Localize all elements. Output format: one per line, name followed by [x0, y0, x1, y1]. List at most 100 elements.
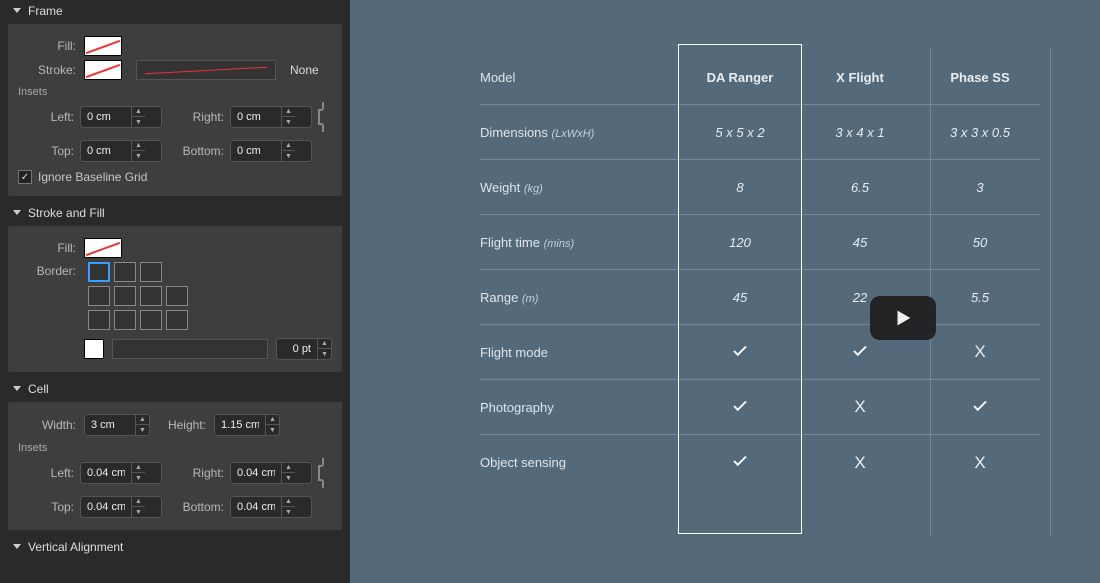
border-bottom-icon[interactable] — [140, 286, 162, 306]
border-right-icon[interactable] — [140, 310, 162, 330]
table-cell[interactable] — [680, 452, 800, 473]
stroke-weight-input[interactable] — [277, 343, 317, 355]
header-col1[interactable]: DA Ranger — [680, 70, 800, 85]
video-play-button[interactable] — [870, 296, 936, 340]
border-outer-icon[interactable] — [140, 262, 162, 282]
header-col3[interactable]: Phase SS — [920, 70, 1040, 85]
border-vmid-icon[interactable] — [114, 310, 136, 330]
table-cell[interactable] — [800, 342, 920, 363]
inset-top-input[interactable] — [81, 145, 131, 157]
table-cell[interactable]: 3 — [920, 180, 1040, 195]
cross-icon: X — [974, 453, 985, 472]
table-cell[interactable]: X — [920, 342, 1040, 362]
inset-left-input[interactable] — [81, 111, 131, 123]
border-all-icon[interactable] — [88, 262, 110, 282]
border-inner-icon[interactable] — [114, 262, 136, 282]
border-selector-row3 — [88, 310, 188, 330]
header-model[interactable]: Model — [480, 70, 680, 85]
row-label[interactable]: Range (m) — [480, 290, 680, 305]
section-cell: Width: ▲▼ Height: ▲▼ Insets Left: ▲▼ Rig… — [8, 402, 342, 530]
border-left-icon[interactable] — [88, 310, 110, 330]
border-top-icon[interactable] — [88, 286, 110, 306]
table-cell[interactable]: X — [800, 397, 920, 417]
inset-bottom-field[interactable]: ▲▼ — [230, 140, 312, 162]
comparison-table[interactable]: Model DA Ranger X Flight Phase SS Dimens… — [480, 50, 1040, 490]
cell-width-input[interactable] — [85, 419, 135, 431]
border-label: Border: — [18, 262, 76, 278]
inset-right-label: Right: — [168, 110, 224, 124]
stepper[interactable]: ▲▼ — [131, 463, 145, 483]
check-icon — [731, 452, 749, 470]
cell-inset-left-field[interactable]: ▲▼ — [80, 462, 162, 484]
border-hmid-icon[interactable] — [114, 286, 136, 306]
section-valign-header[interactable]: Vertical Alignment — [0, 536, 350, 560]
stroke-color-swatch[interactable] — [84, 339, 104, 359]
table-cell[interactable] — [680, 397, 800, 418]
stroke-style-preview[interactable] — [136, 60, 276, 80]
link-insets-icon[interactable] — [318, 100, 328, 134]
table-cell[interactable]: 8 — [680, 180, 800, 195]
header-col2[interactable]: X Flight — [800, 70, 920, 85]
table-cell[interactable]: 50 — [920, 235, 1040, 250]
ignore-baseline-checkbox[interactable]: ✓ Ignore Baseline Grid — [18, 170, 332, 184]
table-cell[interactable]: 3 x 3 x 0.5 — [920, 125, 1040, 140]
row-label[interactable]: Flight time (mins) — [480, 235, 680, 250]
inset-top-label: Top: — [18, 500, 74, 514]
stepper[interactable]: ▲▼ — [281, 497, 295, 517]
table-cell[interactable] — [920, 397, 1040, 418]
cell-inset-top-input[interactable] — [81, 501, 131, 513]
cell-inset-bottom-input[interactable] — [231, 501, 281, 513]
table-cell[interactable]: 45 — [800, 235, 920, 250]
stepper[interactable]: ▲▼ — [135, 415, 149, 435]
check-icon — [731, 397, 749, 415]
cell-inset-top-field[interactable]: ▲▼ — [80, 496, 162, 518]
cell-inset-bottom-field[interactable]: ▲▼ — [230, 496, 312, 518]
document-canvas[interactable]: Model DA Ranger X Flight Phase SS Dimens… — [350, 0, 1100, 583]
cell-inset-left-input[interactable] — [81, 467, 131, 479]
link-insets-icon[interactable] — [318, 456, 328, 490]
cell-width-field[interactable]: ▲▼ — [84, 414, 150, 436]
cell-inset-right-input[interactable] — [231, 467, 281, 479]
disclosure-triangle-icon — [12, 208, 22, 218]
row-label[interactable]: Object sensing — [480, 455, 680, 470]
section-frame-header[interactable]: Frame — [0, 0, 350, 24]
stroke-swatch[interactable] — [84, 60, 122, 80]
stepper[interactable]: ▲▼ — [131, 497, 145, 517]
section-strokefill-header[interactable]: Stroke and Fill — [0, 202, 350, 226]
table-cell[interactable]: 3 x 4 x 1 — [800, 125, 920, 140]
section-cell-header[interactable]: Cell — [0, 378, 350, 402]
cell-height-input[interactable] — [215, 419, 265, 431]
stepper[interactable]: ▲▼ — [281, 141, 295, 161]
border-vert-icon[interactable] — [166, 310, 188, 330]
inset-left-field[interactable]: ▲▼ — [80, 106, 162, 128]
inset-top-field[interactable]: ▲▼ — [80, 140, 162, 162]
cell-inset-right-field[interactable]: ▲▼ — [230, 462, 312, 484]
row-label[interactable]: Flight mode — [480, 345, 680, 360]
stepper[interactable]: ▲▼ — [281, 463, 295, 483]
stroke-width-preview[interactable] — [112, 339, 268, 359]
stepper[interactable]: ▲▼ — [281, 107, 295, 127]
table-cell[interactable]: X — [800, 453, 920, 473]
row-label[interactable]: Photography — [480, 400, 680, 415]
row-label[interactable]: Dimensions (LxWxH) — [480, 125, 680, 140]
table-cell[interactable]: 45 — [680, 290, 800, 305]
inset-right-input[interactable] — [231, 111, 281, 123]
border-horiz-icon[interactable] — [166, 286, 188, 306]
inset-right-field[interactable]: ▲▼ — [230, 106, 312, 128]
stepper[interactable]: ▲▼ — [265, 415, 279, 435]
table-cell[interactable]: 5 x 5 x 2 — [680, 125, 800, 140]
table-cell[interactable] — [680, 342, 800, 363]
table-cell[interactable]: 6.5 — [800, 180, 920, 195]
inset-bottom-input[interactable] — [231, 145, 281, 157]
cell-height-field[interactable]: ▲▼ — [214, 414, 280, 436]
stepper[interactable]: ▲▼ — [317, 339, 331, 359]
fill-swatch[interactable] — [84, 36, 122, 56]
properties-panel: Frame Fill: Stroke: None Insets Left: ▲▼… — [0, 0, 350, 583]
table-cell[interactable]: 120 — [680, 235, 800, 250]
stepper[interactable]: ▲▼ — [131, 107, 145, 127]
stepper[interactable]: ▲▼ — [131, 141, 145, 161]
table-cell[interactable]: 5.5 — [920, 290, 1040, 305]
fill-swatch[interactable] — [84, 238, 122, 258]
table-cell[interactable]: X — [920, 453, 1040, 473]
row-label[interactable]: Weight (kg) — [480, 180, 680, 195]
